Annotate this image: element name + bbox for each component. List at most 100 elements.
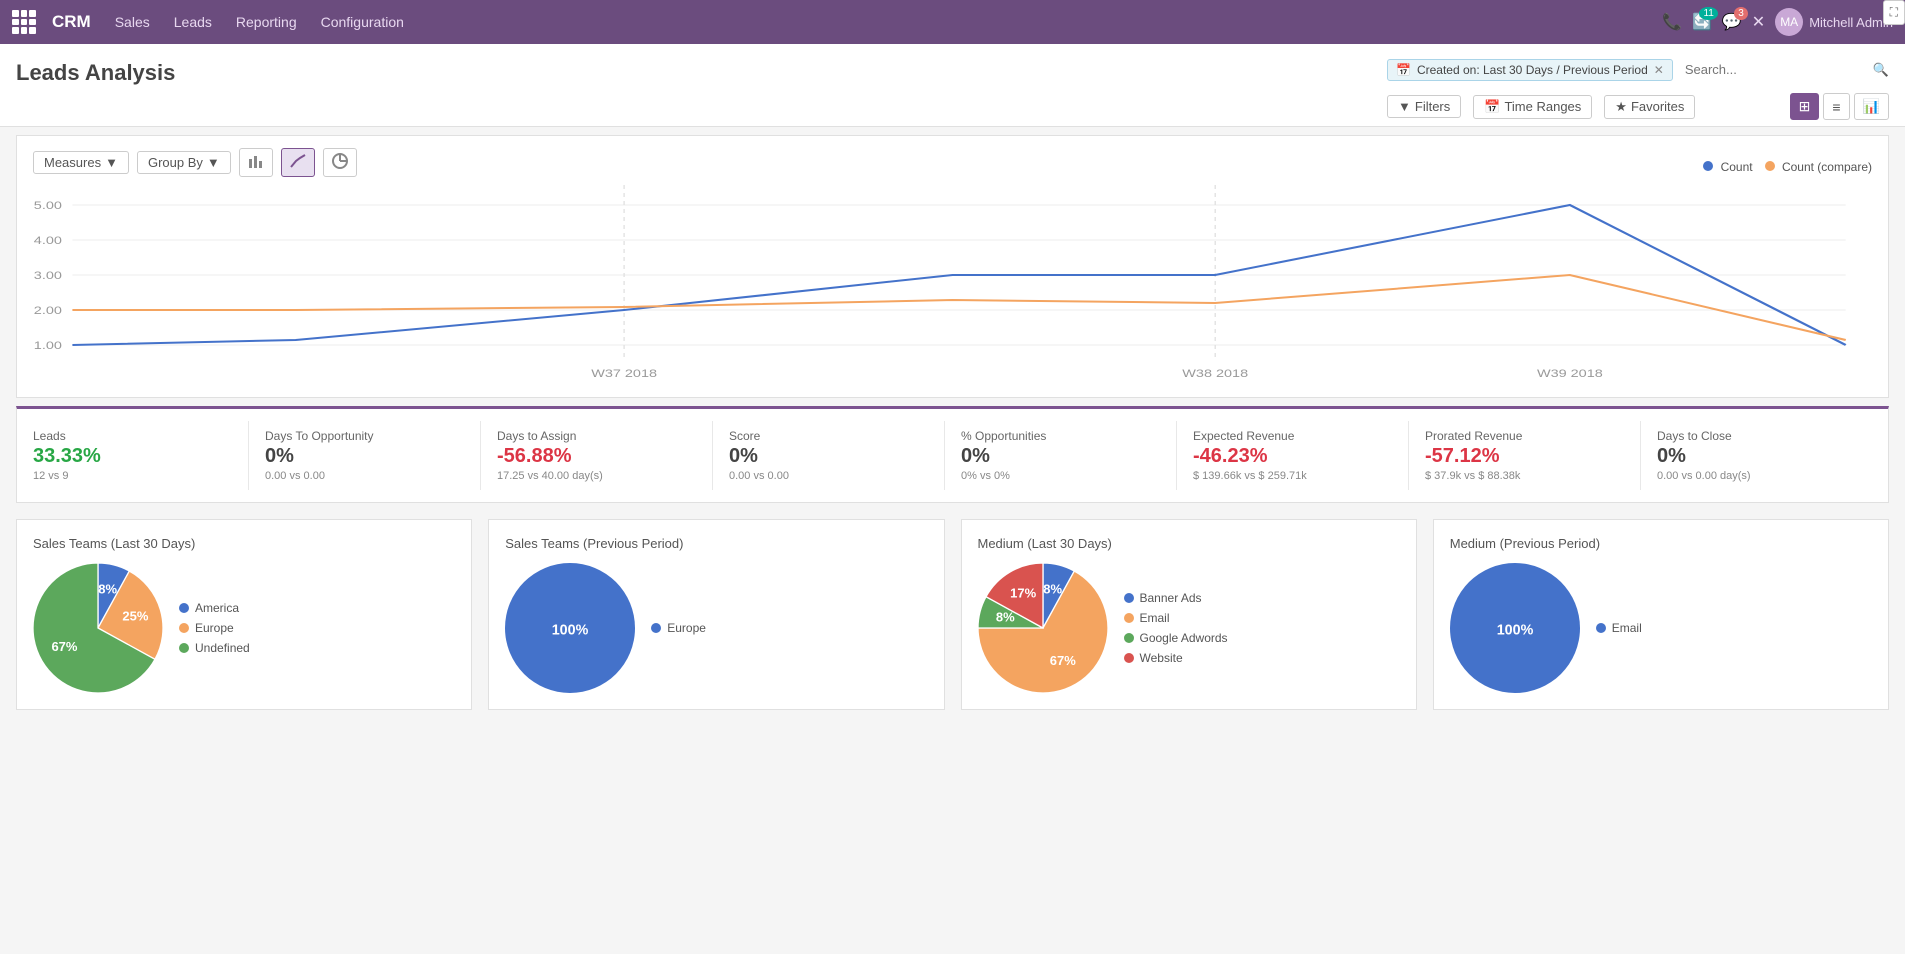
pie-legend-dot-0-0 bbox=[179, 603, 189, 613]
control-bar: ▼ Filters 📅 Time Ranges ★ Favorites ⊞ ≡ … bbox=[1387, 87, 1889, 126]
menu-configuration[interactable]: Configuration bbox=[321, 14, 404, 30]
kpi-item-5: Expected Revenue -46.23% $ 139.66k vs $ … bbox=[1177, 421, 1409, 490]
phone-icon[interactable]: 📞 bbox=[1662, 12, 1682, 32]
search-input[interactable] bbox=[1677, 58, 1869, 81]
pie-legend-item-3-0: Email bbox=[1596, 621, 1642, 635]
legend-count: Count bbox=[1703, 160, 1752, 174]
count-compare-line bbox=[72, 275, 1845, 340]
menu-reporting[interactable]: Reporting bbox=[236, 14, 297, 30]
pie-chart-button[interactable] bbox=[323, 148, 357, 177]
kpi-label-2: Days to Assign bbox=[497, 429, 696, 443]
pie-title-2: Medium (Last 30 Days) bbox=[978, 536, 1400, 551]
pie-legend-item-2-1: Email bbox=[1124, 611, 1228, 625]
pie-legend-label-2-3: Website bbox=[1140, 651, 1183, 665]
filter-tag-created: 📅 Created on: Last 30 Days / Previous Pe… bbox=[1387, 59, 1673, 81]
time-ranges-button[interactable]: 📅 Time Ranges bbox=[1473, 95, 1592, 119]
pie-content-3: 100% Email bbox=[1450, 563, 1872, 693]
star-icon: ★ bbox=[1615, 99, 1627, 115]
view-chart-button[interactable]: 📊 bbox=[1854, 93, 1889, 120]
pie-legend-label-0-1: Europe bbox=[195, 621, 234, 635]
kpi-sub-1: 0.00 vs 0.00 bbox=[265, 470, 464, 482]
kpi-sub-4: 0% vs 0% bbox=[961, 470, 1160, 482]
kpi-sub-5: $ 139.66k vs $ 259.71k bbox=[1193, 470, 1392, 482]
pie-title-0: Sales Teams (Last 30 Days) bbox=[33, 536, 455, 551]
pie-legend-dot-2-0 bbox=[1124, 593, 1134, 603]
kpi-item-1: Days To Opportunity 0% 0.00 vs 0.00 bbox=[249, 421, 481, 490]
search-icon[interactable]: 🔍 bbox=[1873, 62, 1889, 78]
filters-button[interactable]: ▼ Filters bbox=[1387, 95, 1461, 118]
pie-svg-3: 100% bbox=[1450, 563, 1580, 693]
pie-legend-item-0-0: America bbox=[179, 601, 250, 615]
pie-title-3: Medium (Previous Period) bbox=[1450, 536, 1872, 551]
measures-chevron: ▼ bbox=[105, 155, 118, 170]
chat-badge: 3 bbox=[1734, 7, 1748, 20]
view-pivot-button[interactable]: ⊞ bbox=[1790, 93, 1820, 120]
pie-legend-dot-3-0 bbox=[1596, 623, 1606, 633]
view-toggle: ⊞ ≡ 📊 bbox=[1790, 93, 1889, 120]
kpi-label-0: Leads bbox=[33, 429, 232, 443]
pie-legend-label-2-0: Banner Ads bbox=[1140, 591, 1202, 605]
x-label-w38: W38 2018 bbox=[1182, 367, 1248, 380]
group-by-button[interactable]: Group By ▼ bbox=[137, 151, 231, 174]
kpi-sub-0: 12 vs 9 bbox=[33, 470, 232, 482]
close-icon[interactable]: ✕ bbox=[1752, 12, 1765, 32]
activity-icon[interactable]: 🔄 11 bbox=[1692, 12, 1712, 32]
chat-icon[interactable]: 💬 3 bbox=[1722, 12, 1742, 32]
pie-legend-item-2-3: Website bbox=[1124, 651, 1228, 665]
pie-legend-dot-2-1 bbox=[1124, 613, 1134, 623]
y-label-1: 1.00 bbox=[34, 339, 62, 352]
pie-content-2: 8%67%8%17% Banner Ads Email Google Adwor… bbox=[978, 563, 1400, 693]
pie-pct-0-0: 8% bbox=[98, 581, 117, 596]
clock-icon: 📅 bbox=[1484, 99, 1500, 115]
chart-legend: Count Count (compare) bbox=[1703, 160, 1872, 174]
favorites-button[interactable]: ★ Favorites bbox=[1604, 95, 1695, 119]
pie-card-0: Sales Teams (Last 30 Days) 8%25%67% Ameri… bbox=[16, 519, 472, 710]
bar-chart-button[interactable] bbox=[239, 148, 273, 177]
kpi-value-5: -46.23% bbox=[1193, 445, 1392, 468]
pie-legend-label-0-2: Undefined bbox=[195, 641, 250, 655]
filter-tag-text: Created on: Last 30 Days / Previous Peri… bbox=[1417, 63, 1648, 77]
kpi-item-3: Score 0% 0.00 vs 0.00 bbox=[713, 421, 945, 490]
user-avatar[interactable]: MA Mitchell Admin bbox=[1775, 8, 1893, 36]
chart-toolbar: Measures ▼ Group By ▼ bbox=[33, 148, 357, 177]
pie-legend-label-3-0: Email bbox=[1612, 621, 1642, 635]
line-chart-container: 1.00 2.00 3.00 4.00 5.00 W37 2018 W38 20… bbox=[33, 185, 1872, 385]
kpi-sub-6: $ 37.9k vs $ 88.38k bbox=[1425, 470, 1624, 482]
pie-legend-dot-2-3 bbox=[1124, 653, 1134, 663]
pie-pct-2-3: 17% bbox=[1010, 586, 1036, 601]
view-list-button[interactable]: ≡ bbox=[1823, 93, 1849, 120]
kpi-value-0: 33.33% bbox=[33, 445, 232, 468]
pie-content-0: 8%25%67% America Europe Undefined bbox=[33, 563, 455, 693]
pie-legend-item-0-1: Europe bbox=[179, 621, 250, 635]
app-name[interactable]: CRM bbox=[52, 12, 91, 32]
fullscreen-button[interactable]: ⛶ bbox=[1883, 0, 1905, 25]
app-grid-icon[interactable] bbox=[12, 10, 36, 34]
avatar-image: MA bbox=[1775, 8, 1803, 36]
line-chart-button[interactable] bbox=[281, 148, 315, 177]
pie-legend-label-0-0: America bbox=[195, 601, 239, 615]
pie-pct-2-2: 8% bbox=[995, 610, 1014, 625]
pie-legend-1: Europe bbox=[651, 621, 706, 635]
x-label-w39: W39 2018 bbox=[1537, 367, 1603, 380]
calendar-icon: 📅 bbox=[1396, 63, 1411, 77]
pie-svg-2: 8%67%8%17% bbox=[978, 563, 1108, 693]
kpi-item-6: Prorated Revenue -57.12% $ 37.9k vs $ 88… bbox=[1409, 421, 1641, 490]
legend-compare: Count (compare) bbox=[1765, 160, 1872, 174]
menu-leads[interactable]: Leads bbox=[174, 14, 212, 30]
menu-sales[interactable]: Sales bbox=[115, 14, 150, 30]
pie-legend-dot-2-2 bbox=[1124, 633, 1134, 643]
pie-legend-dot-0-2 bbox=[179, 643, 189, 653]
pie-card-3: Medium (Previous Period) 100% Email bbox=[1433, 519, 1889, 710]
groupby-chevron: ▼ bbox=[207, 155, 220, 170]
measures-button[interactable]: Measures ▼ bbox=[33, 151, 129, 174]
pie-svg-1: 100% bbox=[505, 563, 635, 693]
y-label-2: 2.00 bbox=[34, 304, 62, 317]
pie-legend-item-2-0: Banner Ads bbox=[1124, 591, 1228, 605]
pie-legend-label-2-1: Email bbox=[1140, 611, 1170, 625]
filter-close-icon[interactable]: ✕ bbox=[1654, 63, 1664, 77]
kpi-sub-2: 17.25 vs 40.00 day(s) bbox=[497, 470, 696, 482]
pie-title-1: Sales Teams (Previous Period) bbox=[505, 536, 927, 551]
line-chart-svg: 1.00 2.00 3.00 4.00 5.00 W37 2018 W38 20… bbox=[33, 185, 1872, 385]
y-label-4: 4.00 bbox=[34, 234, 62, 247]
pie-section: Sales Teams (Last 30 Days) 8%25%67% Ameri… bbox=[16, 511, 1889, 718]
